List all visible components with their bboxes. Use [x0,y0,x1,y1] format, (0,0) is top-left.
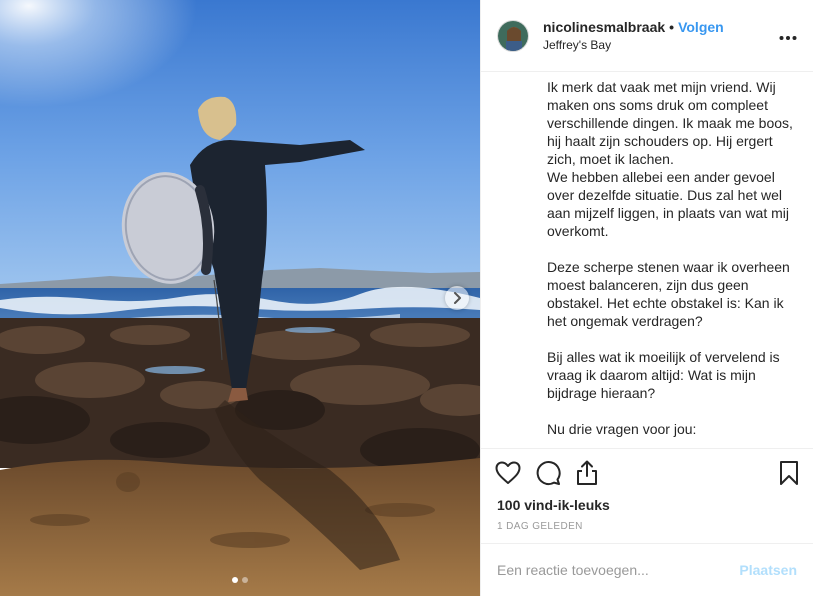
location-link[interactable]: Jeffrey's Bay [543,38,779,52]
comment-form: Plaatsen [481,543,813,596]
bookmark-icon [780,461,798,485]
post-comment-button[interactable]: Plaatsen [739,562,797,578]
caption-paragraph: Bij alles wat ik moeilijk of vervelend i… [547,349,780,401]
caption-paragraph: Ik merk dat vaak met mijn vriend. Wij ma… [547,79,793,239]
share-button[interactable] [575,453,615,493]
post-photo [0,0,480,596]
post-actions-area: 100 vind-ik-leuks 1 DAG GELEDEN [481,448,813,532]
chevron-right-icon [454,292,461,304]
carousel-dot [242,577,248,583]
more-options-button[interactable] [779,25,797,46]
carousel-dot-active [232,577,238,583]
avatar-image [498,20,528,51]
more-horizontal-icon [779,36,797,40]
separator-dot: • [669,19,675,35]
caption-paragraph: Nu drie vragen voor jou: [547,421,697,437]
post-side-panel: nicolinesmalbraak • Volgen Jeffrey's Bay… [480,0,813,596]
avatar[interactable] [497,19,529,52]
instagram-post: nicolinesmalbraak • Volgen Jeffrey's Bay… [0,0,813,596]
heart-icon [495,461,521,484]
action-bar [481,449,813,497]
comment-button[interactable] [535,453,575,493]
post-header: nicolinesmalbraak • Volgen Jeffrey's Bay [481,0,813,72]
caption-paragraph: Deze scherpe stenen waar ik overheen moe… [547,259,790,329]
like-button[interactable] [495,453,535,493]
username-link[interactable]: nicolinesmalbraak [543,19,665,35]
post-media[interactable] [0,0,480,596]
post-timestamp[interactable]: 1 DAG GELEDEN [481,521,813,532]
follow-button[interactable]: Volgen [678,19,724,35]
carousel-dots [0,577,480,583]
comment-bubble-icon [536,461,561,485]
next-slide-button[interactable] [445,286,469,310]
post-caption: Ik merk dat vaak met mijn vriend. Wij ma… [481,78,813,444]
save-button[interactable] [759,453,799,493]
likes-count[interactable]: 100 vind-ik-leuks [481,497,813,513]
comment-input[interactable] [497,562,740,578]
share-icon [577,460,597,485]
